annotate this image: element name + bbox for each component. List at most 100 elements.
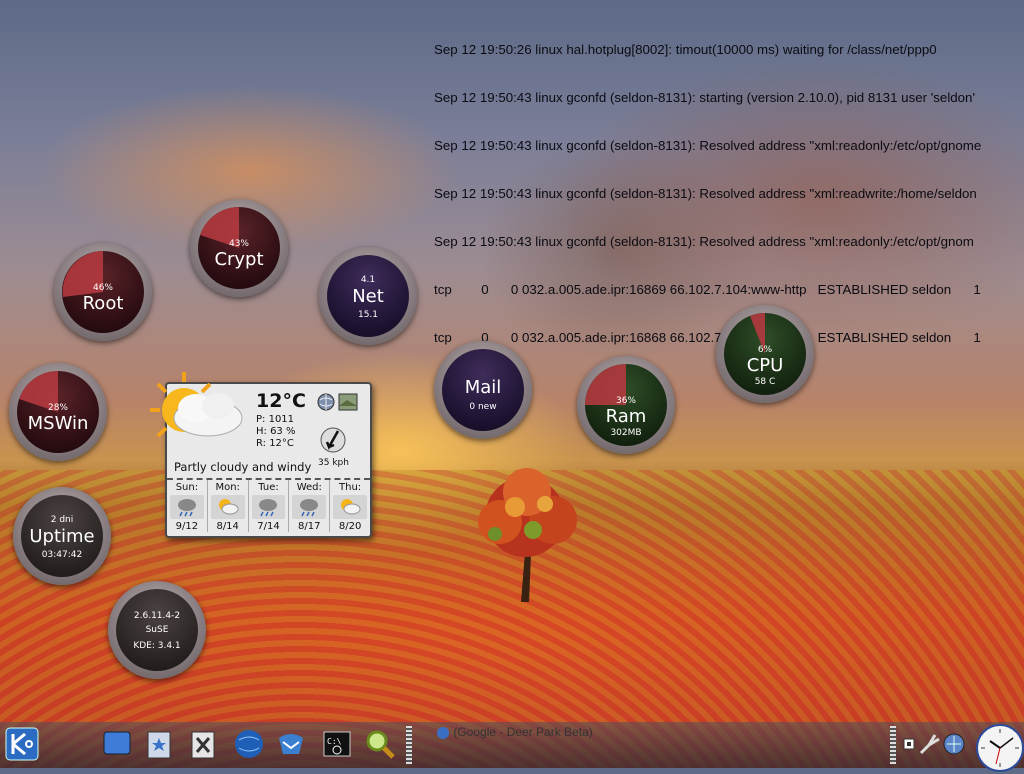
log-line: Sep 12 19:50:43 linux gconfd (seldon-813… <box>434 138 982 153</box>
log-line: tcp 0 0 032.a.005.ade.ipr:16869 66.102.7… <box>434 282 981 297</box>
forecast-day: Thu: 8/20 <box>330 480 370 532</box>
search-magnifier-icon <box>366 730 395 759</box>
weather-globe-button[interactable] <box>317 392 359 415</box>
systray-drag-handle[interactable] <box>890 726 896 764</box>
forecast-row: Sun: 9/12 Mon: 8/14 Tue: 7/14 Wed: 8/17 … <box>167 478 370 532</box>
analog-clock[interactable] <box>976 724 1024 772</box>
globe-browser-icon <box>235 730 263 758</box>
forecast-day-name: Tue: <box>258 482 279 493</box>
root-label: Root <box>82 293 124 314</box>
clock-face-icon <box>981 729 1019 767</box>
svg-text:C:\: C:\ <box>327 737 342 746</box>
mail-count: 0 new <box>469 402 497 412</box>
taskbar-drag-handle[interactable] <box>406 726 412 764</box>
wind-direction-icon <box>320 427 346 453</box>
ram-percent: 36% <box>615 396 636 406</box>
forecast-temps: 9/12 <box>175 521 199 532</box>
sun-cloud-icon <box>210 495 245 519</box>
square-tray-icon <box>903 738 915 750</box>
uptime-gauge[interactable]: 2 dni Uptime 03:47:42 <box>13 487 111 585</box>
weather-details: P: 1011 H: 63 % R: 12°C <box>256 414 295 450</box>
forecast-day-name: Sun: <box>175 482 199 493</box>
mswin-percent: 28% <box>47 403 68 413</box>
kde-menu-icon <box>5 727 39 761</box>
net-label: Net <box>352 286 384 307</box>
forecast-temps: 8/14 <box>216 521 239 532</box>
terminal-icon: C:\ <box>323 731 351 757</box>
search-tool-button[interactable] <box>362 726 398 762</box>
kernel-version: 2.6.11.4-2 <box>133 611 181 621</box>
log-line: Sep 12 19:50:43 linux gconfd (seldon-813… <box>434 234 974 249</box>
crypt-percent: 43% <box>228 239 249 249</box>
rain-icon <box>292 495 327 519</box>
forecast-day: Sun: 9/12 <box>167 480 208 532</box>
sun-cloud-icon <box>333 495 367 519</box>
current-weather-icon <box>150 372 243 438</box>
forecast-day: Mon: 8/14 <box>208 480 249 532</box>
globe-icon <box>317 393 358 411</box>
uptime-days: 2 dni <box>50 515 74 525</box>
root-gauge[interactable]: 46% Root <box>54 243 152 341</box>
mail-label: Mail <box>464 377 502 398</box>
thunderbird-button[interactable] <box>273 726 309 762</box>
thunderbird-icon <box>279 734 303 754</box>
mswin-gauge[interactable]: 28% MSWin <box>9 363 107 461</box>
kde-menu-button[interactable] <box>4 726 40 762</box>
net-gauge[interactable]: 4.1 Net 15.1 <box>319 247 417 345</box>
kde-version: KDE: 3.4.1 <box>133 641 181 651</box>
terminal-button[interactable]: C:\ <box>319 726 355 762</box>
forecast-day-name: Thu: <box>339 482 362 493</box>
rain-icon <box>251 495 286 519</box>
ram-label: Ram <box>605 406 647 427</box>
desktop-icon <box>103 731 131 755</box>
cpu-temperature: 58 C <box>754 377 776 387</box>
forecast-day-name: Wed: <box>296 482 322 493</box>
wind-speed: 35 kph <box>318 458 349 468</box>
forecast-day: Tue: 7/14 <box>249 480 290 532</box>
ram-gauge[interactable]: 36% Ram 302MB <box>577 356 675 454</box>
uptime-label: Uptime <box>29 526 95 547</box>
current-temperature: 12°C <box>256 390 306 412</box>
humidity: H: 63 % <box>256 426 296 437</box>
system-log-output: Sep 12 19:50:26 linux hal.hotplug[8002]:… <box>434 10 1014 362</box>
clipboard-globe-icon <box>943 733 965 755</box>
rain-icon <box>170 495 204 519</box>
distro-name: SuSE <box>145 625 169 635</box>
net-upload-value: 4.1 <box>360 275 376 285</box>
forecast-temps: 8/17 <box>298 521 321 532</box>
tree-image <box>478 468 577 602</box>
ram-used: 302MB <box>610 428 642 438</box>
konqueror-browser-button[interactable] <box>231 726 267 762</box>
forecast-day-name: Mon: <box>215 482 240 493</box>
klipper-clipboard-button[interactable] <box>940 726 968 762</box>
net-download-value: 15.1 <box>357 310 379 320</box>
weather-description: Partly cloudy and windy <box>174 460 312 474</box>
log-line: Sep 12 19:50:26 linux hal.hotplug[8002]:… <box>434 42 937 57</box>
uptime-time: 03:47:42 <box>41 550 83 560</box>
cpu-label: CPU <box>746 355 784 376</box>
mail-gauge[interactable]: Mail 0 new <box>434 341 532 439</box>
task-label: (Google - Deer Park Beta) <box>453 725 593 739</box>
forecast-temps: 8/20 <box>338 521 362 532</box>
x-window-button[interactable] <box>185 726 221 762</box>
cpu-percent: 6% <box>757 345 773 355</box>
cpu-gauge[interactable]: 6% CPU 58 C <box>716 305 814 403</box>
taskbar-task-button[interactable]: (Google - Deer Park Beta) <box>436 725 593 740</box>
real-feel: R: 12°C <box>256 438 294 449</box>
forecast-day: Wed: 8/17 <box>289 480 331 532</box>
x-window-icon <box>191 731 215 759</box>
bookmarks-icon <box>147 731 171 759</box>
system-info-gauge[interactable]: 2.6.11.4-2 SuSE KDE: 3.4.1 <box>108 581 206 679</box>
show-desktop-button[interactable] <box>99 726 135 762</box>
log-line: Sep 12 19:50:43 linux gconfd (seldon-813… <box>434 90 975 105</box>
crypt-label: Crypt <box>214 249 264 270</box>
root-percent: 46% <box>92 283 113 293</box>
wind-indicator: 35 kph <box>318 427 349 468</box>
crypt-gauge[interactable]: 43% Crypt <box>190 199 288 297</box>
log-line: Sep 12 19:50:43 linux gconfd (seldon-813… <box>434 186 977 201</box>
bookmarks-button[interactable] <box>141 726 177 762</box>
pressure: P: 1011 <box>256 414 295 425</box>
mswin-label: MSWin <box>27 413 89 434</box>
browser-task-icon <box>437 726 449 739</box>
forecast-temps: 7/14 <box>257 521 280 532</box>
